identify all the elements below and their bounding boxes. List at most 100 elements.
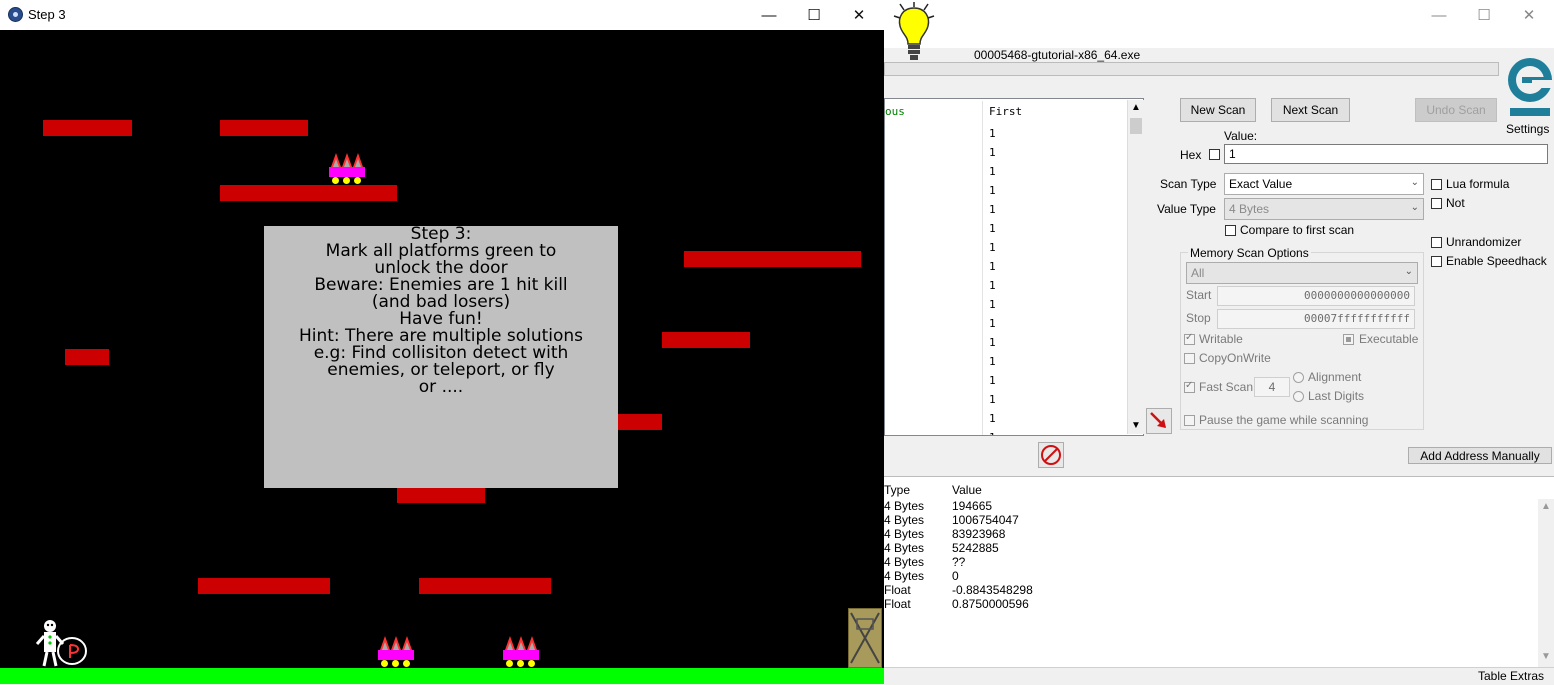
address-table[interactable]: Type Value 4 Bytes 194665 4 Bytes 100675404… — [884, 476, 1554, 667]
found-value-row[interactable]: 1 — [989, 279, 996, 292]
chevron-down-icon: ⌄ — [1410, 177, 1419, 188]
add-address-manually-button[interactable]: Add Address Manually — [1408, 447, 1552, 464]
found-value-row[interactable]: 1 — [989, 317, 996, 330]
ce-minimize-button[interactable]: — — [1416, 0, 1462, 30]
start-label: Start — [1186, 288, 1212, 302]
undo-scan-button[interactable]: Undo Scan — [1415, 98, 1497, 122]
found-value-row[interactable]: 1 — [989, 374, 996, 387]
found-value-row[interactable]: 1 — [989, 298, 996, 311]
found-value-row[interactable]: 1 — [989, 146, 996, 159]
settings-label[interactable]: Settings — [1506, 122, 1549, 136]
found-value-row[interactable]: 1 — [989, 412, 996, 425]
table-row-value[interactable]: -0.8843548298 — [952, 583, 1033, 597]
stop-scan-icon[interactable] — [1038, 442, 1064, 468]
scroll-down-icon[interactable]: ▼ — [1131, 420, 1141, 431]
table-header-type[interactable]: Type — [884, 483, 910, 497]
copyonwrite-checkbox[interactable] — [1184, 353, 1195, 364]
last-digits-label: Last Digits — [1308, 389, 1365, 403]
platform — [65, 349, 109, 365]
table-row-type[interactable]: Float — [884, 583, 911, 597]
maximize-button[interactable]: ☐ — [791, 0, 837, 30]
cheat-engine-logo-icon[interactable] — [1504, 50, 1554, 120]
table-extras-label[interactable]: Table Extras — [1478, 669, 1544, 683]
found-value-row[interactable]: 1 — [989, 336, 996, 349]
memory-region-select[interactable]: All ⌄ — [1186, 262, 1418, 284]
lua-formula-label: Lua formula — [1446, 177, 1510, 191]
fast-scan-value-input[interactable]: 4 — [1254, 377, 1290, 397]
table-row-value[interactable]: 5242885 — [952, 541, 999, 555]
unrandomizer-checkbox[interactable] — [1431, 237, 1442, 248]
executable-checkbox[interactable] — [1343, 334, 1354, 345]
found-list-scrollbar[interactable]: ▲ ▼ — [1127, 100, 1144, 434]
found-value-row[interactable]: 1 — [989, 260, 996, 273]
close-button[interactable]: ✕ — [836, 0, 882, 30]
table-row-type[interactable]: Float — [884, 597, 911, 611]
lua-formula-checkbox[interactable] — [1431, 179, 1442, 190]
ce-maximize-button[interactable]: ☐ — [1461, 0, 1507, 30]
value-input[interactable]: 1 — [1224, 144, 1548, 164]
writable-checkbox[interactable] — [1184, 332, 1195, 345]
table-row-value[interactable]: 83923968 — [952, 527, 1005, 541]
ce-close-button[interactable]: ✕ — [1506, 0, 1552, 30]
add-to-list-arrow-icon[interactable] — [1146, 408, 1172, 434]
enemy — [503, 636, 539, 668]
table-row-value[interactable]: 194665 — [952, 499, 992, 513]
table-row-type[interactable]: 4 Bytes — [884, 569, 924, 583]
last-digits-radio[interactable] — [1293, 391, 1304, 402]
speedhack-checkbox[interactable] — [1431, 256, 1442, 267]
value-label: Value: — [1224, 129, 1258, 143]
scroll-up-icon[interactable]: ▲ — [1131, 102, 1141, 113]
start-address-input[interactable]: 0000000000000000 — [1217, 286, 1415, 306]
pause-game-checkbox[interactable] — [1184, 415, 1195, 426]
found-address-list[interactable]: ous First 1 1 1 1 1 1 1 1 1 1 1 1 1 1 1 1 1 — [884, 98, 1144, 436]
compare-first-checkbox[interactable] — [1225, 225, 1236, 236]
new-scan-button[interactable]: New Scan — [1180, 98, 1256, 122]
table-row-value[interactable]: ?? — [952, 555, 965, 569]
chevron-down-icon: ⌄ — [1404, 266, 1413, 277]
ce-titlebar: — ☐ ✕ — [884, 0, 1554, 60]
found-value-row[interactable]: 1 — [989, 393, 996, 406]
copyonwrite-label: CopyOnWrite — [1199, 351, 1271, 365]
stop-address-input[interactable]: 00007fffffffffff — [1217, 309, 1415, 329]
found-value-row[interactable]: 1 — [989, 165, 996, 178]
next-scan-button[interactable]: Next Scan — [1271, 98, 1350, 122]
table-row-type[interactable]: 4 Bytes — [884, 499, 924, 513]
col-previous-header[interactable]: ous — [885, 105, 905, 118]
fast-scan-label: Fast Scan — [1199, 380, 1254, 394]
table-row-value[interactable]: 0 — [952, 569, 959, 583]
found-value-row[interactable]: 1 — [989, 222, 996, 235]
scan-type-select[interactable]: Exact Value ⌄ — [1224, 173, 1424, 195]
alignment-radio[interactable] — [1293, 372, 1304, 383]
found-value-row[interactable]: 1 — [989, 241, 996, 254]
minimize-button[interactable]: — — [746, 0, 792, 30]
col-first-header[interactable]: First — [989, 105, 1022, 118]
not-checkbox[interactable] — [1431, 198, 1442, 209]
address-table-scrollbar[interactable]: ▲ ▼ — [1538, 499, 1554, 667]
found-value-row[interactable]: 1 — [989, 184, 996, 197]
found-value-row[interactable]: 1 — [989, 127, 996, 140]
table-header-value[interactable]: Value — [952, 483, 982, 497]
pause-game-label: Pause the game while scanning — [1199, 413, 1369, 427]
info-line: or .... — [418, 377, 464, 397]
found-value-row[interactable]: 1 — [989, 355, 996, 368]
status-bar: Table Extras — [884, 667, 1554, 685]
game-canvas[interactable]: Step 3: Mark all platforms green to unlock… — [0, 30, 884, 684]
platform — [397, 487, 485, 503]
value-type-select[interactable]: 4 Bytes ⌄ — [1224, 198, 1424, 220]
value-type-label: Value Type — [1157, 202, 1216, 216]
table-row-type[interactable]: 4 Bytes — [884, 555, 924, 569]
fast-scan-checkbox[interactable] — [1184, 380, 1195, 393]
scroll-up-icon[interactable]: ▲ — [1541, 501, 1551, 512]
table-row-type[interactable]: 4 Bytes — [884, 541, 924, 555]
found-value-row[interactable]: 1 — [989, 203, 996, 216]
scroll-thumb[interactable] — [1130, 118, 1142, 134]
process-select-bulb-icon[interactable] — [890, 2, 938, 64]
table-row-type[interactable]: 4 Bytes — [884, 527, 924, 541]
table-row-value[interactable]: 0.8750000596 — [952, 597, 1029, 611]
scroll-down-icon[interactable]: ▼ — [1541, 651, 1551, 662]
hex-checkbox[interactable] — [1209, 149, 1220, 160]
table-row-value[interactable]: 1006754047 — [952, 513, 1019, 527]
executable-label: Executable — [1359, 332, 1419, 346]
found-value-row[interactable]: 1 — [989, 431, 996, 435]
table-row-type[interactable]: 4 Bytes — [884, 513, 924, 527]
